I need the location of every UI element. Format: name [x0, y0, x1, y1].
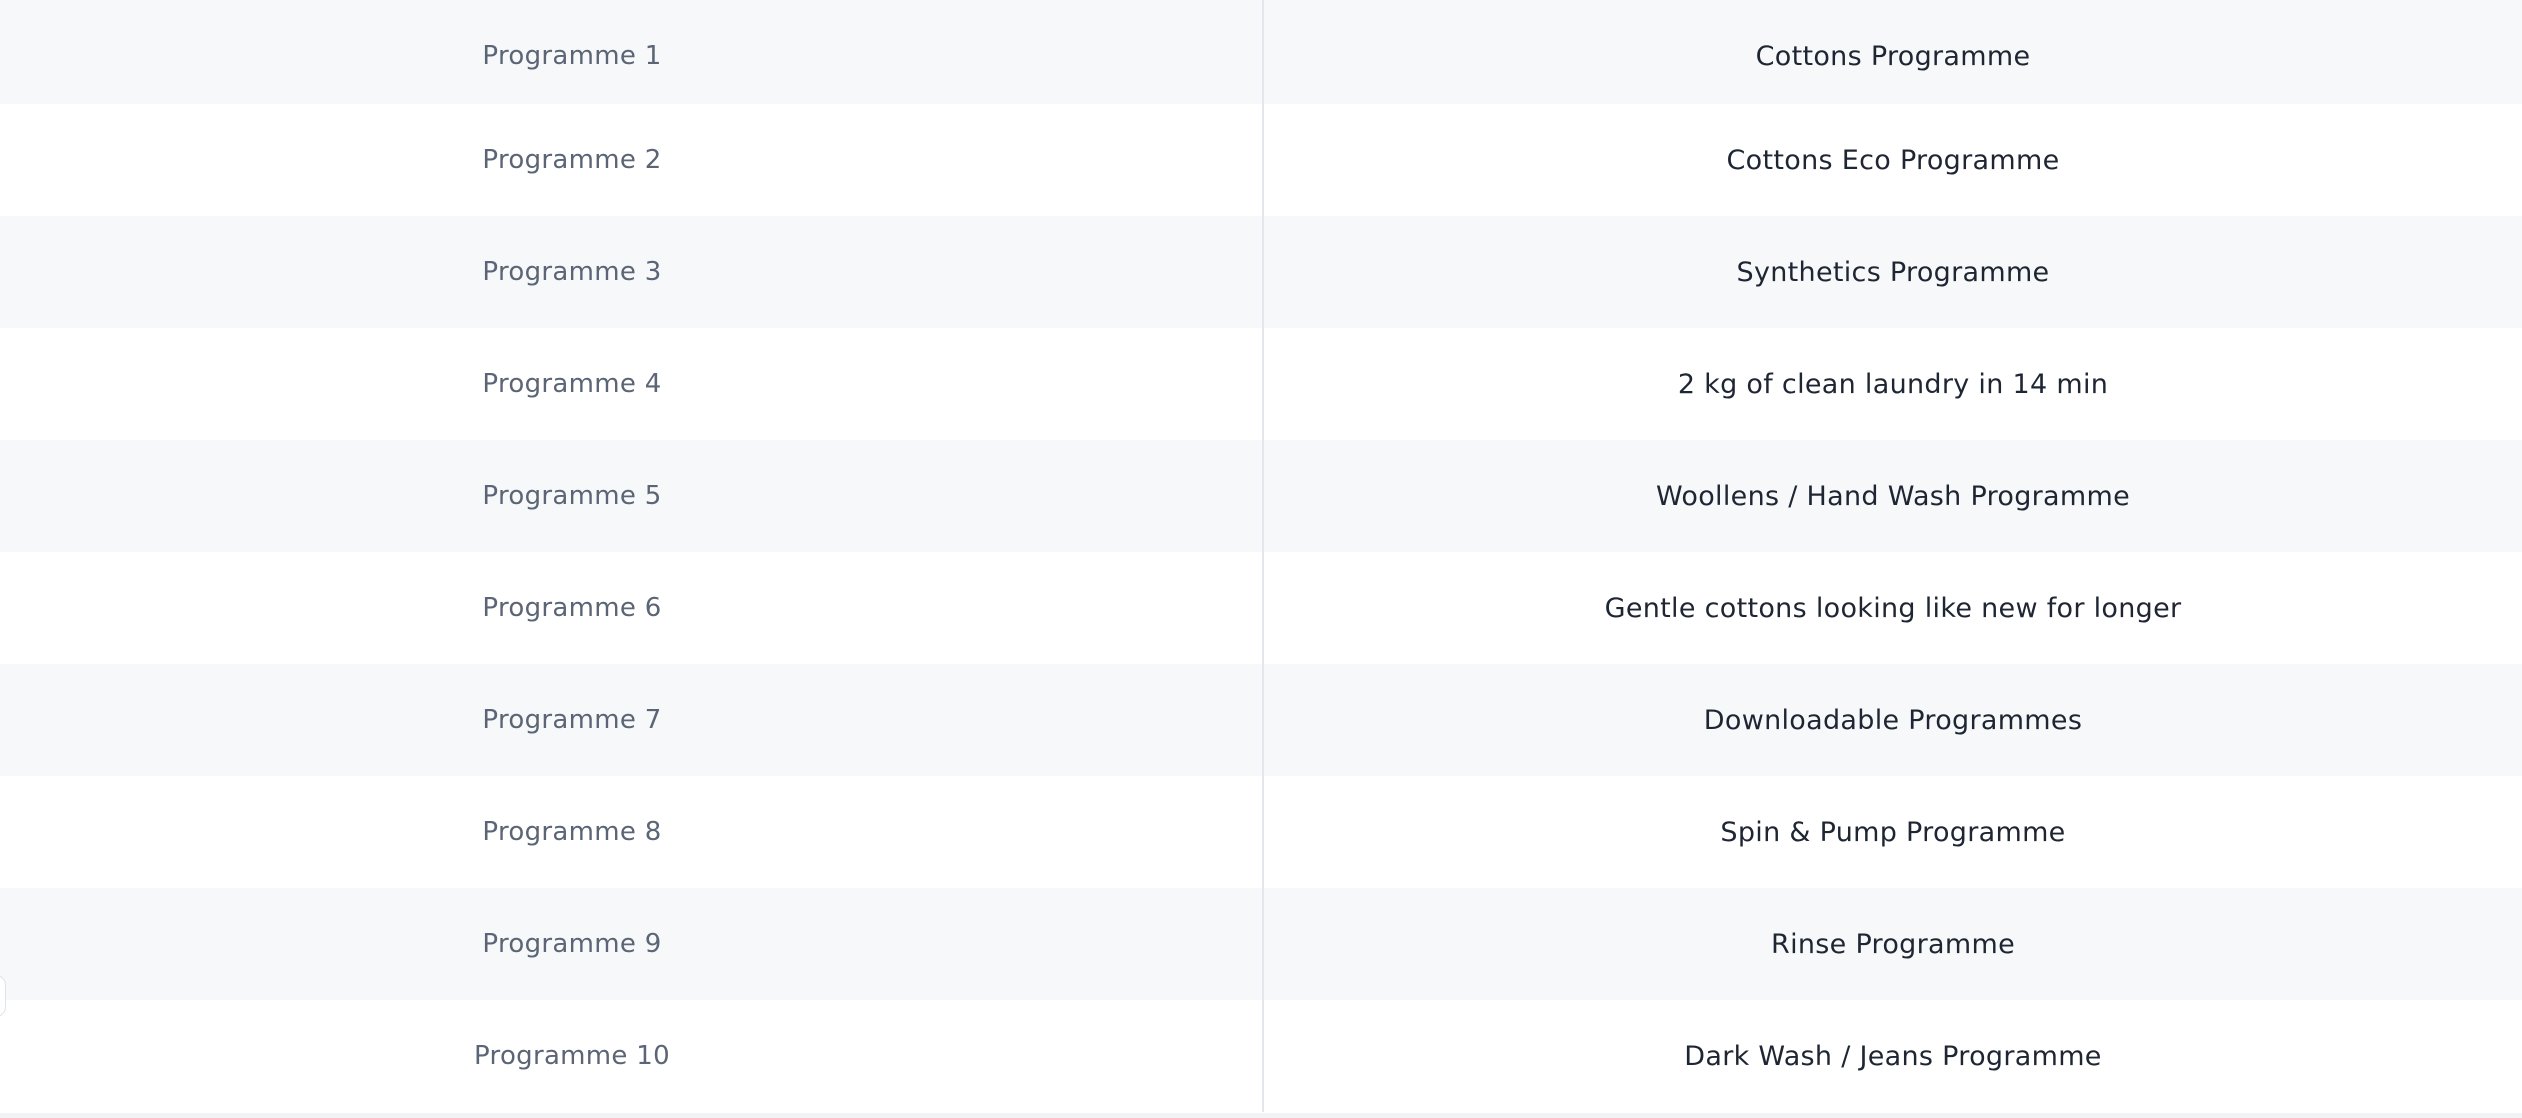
row-value: Woollens / Hand Wash Programme: [1656, 480, 2130, 512]
table-row: Programme 1 Cottons Programme: [0, 0, 2522, 112]
row-label-cell: Programme 3: [0, 216, 1264, 328]
row-label-cell: Programme 10: [0, 1000, 1264, 1112]
table-row: Programme 9 Rinse Programme: [0, 888, 2522, 1000]
row-label: Programme 8: [482, 817, 662, 847]
table-row: Programme 2 Cottons Eco Programme: [0, 104, 2522, 216]
row-value: Gentle cottons looking like new for long…: [1604, 592, 2182, 624]
row-label: Programme 3: [482, 257, 662, 287]
row-label: Programme 5: [482, 481, 662, 511]
row-label-cell: Programme 7: [0, 664, 1264, 776]
row-label-cell: Programme 1: [0, 0, 1264, 112]
row-label: Programme 10: [474, 1041, 670, 1071]
row-label-cell: Programme 2: [0, 104, 1264, 216]
row-label-cell: Programme 5: [0, 440, 1264, 552]
programme-spec-table: Programme 1 Cottons Programme Programme …: [0, 0, 2522, 1118]
row-value: Spin & Pump Programme: [1720, 816, 2066, 848]
row-label: Programme 6: [482, 593, 662, 623]
row-label-cell: Programme 9: [0, 888, 1264, 1000]
row-value: Cottons Eco Programme: [1726, 144, 2060, 176]
table-row: Programme 8 Spin & Pump Programme: [0, 776, 2522, 888]
row-label-cell: Programme 6: [0, 552, 1264, 664]
carousel-edge-handle[interactable]: [0, 975, 6, 1017]
table-row: Programme 4 2 kg of clean laundry in 14 …: [0, 328, 2522, 440]
row-value: 2 kg of clean laundry in 14 min: [1677, 368, 2109, 400]
row-label: Programme 1: [482, 41, 662, 71]
row-label-cell: Programme 4: [0, 328, 1264, 440]
row-value: Downloadable Programmes: [1703, 704, 2083, 736]
row-label: Programme 9: [482, 929, 662, 959]
row-value: Cottons Programme: [1755, 40, 2031, 72]
table-bottom-border: [0, 1113, 2522, 1118]
row-label-cell: Programme 8: [0, 776, 1264, 888]
row-value: Synthetics Programme: [1736, 256, 2050, 288]
table-row: Programme 6 Gentle cottons looking like …: [0, 552, 2522, 664]
table-row: Programme 7 Downloadable Programmes: [0, 664, 2522, 776]
row-label: Programme 4: [482, 369, 662, 399]
table-row: Programme 10 Dark Wash / Jeans Programme: [0, 1000, 2522, 1112]
table-row: Programme 3 Synthetics Programme: [0, 216, 2522, 328]
row-value: Dark Wash / Jeans Programme: [1684, 1040, 2102, 1072]
table-row: Programme 5 Woollens / Hand Wash Program…: [0, 440, 2522, 552]
row-label: Programme 2: [482, 145, 662, 175]
row-value: Rinse Programme: [1771, 928, 2015, 960]
row-label: Programme 7: [482, 705, 662, 735]
